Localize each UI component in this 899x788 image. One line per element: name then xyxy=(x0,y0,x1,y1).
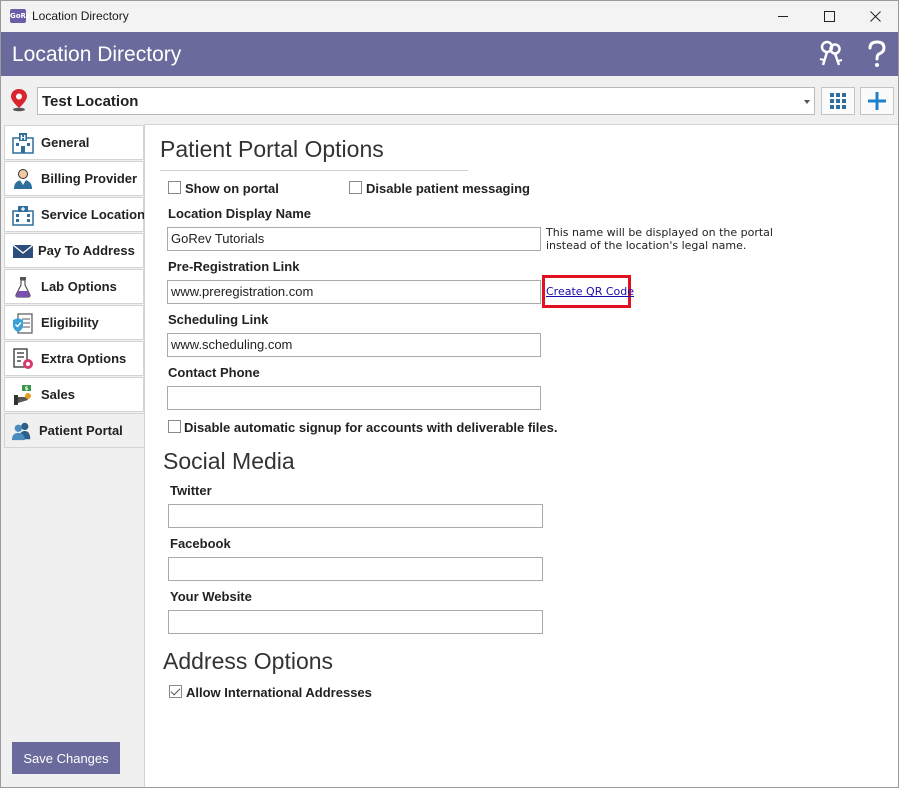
location-directory-window: GoRev Location Directory Location Direct… xyxy=(0,0,899,788)
svg-text:$: $ xyxy=(25,386,29,392)
sidebar-item-label: Extra Options xyxy=(41,351,127,366)
allow-international-label: Allow International Addresses xyxy=(186,685,372,700)
sidebar-item-label: Eligibility xyxy=(41,315,99,330)
sidebar-item-billing-provider[interactable]: Billing Provider xyxy=(4,161,144,196)
sidebar-item-label: Billing Provider xyxy=(41,171,138,186)
people-icon xyxy=(11,420,33,442)
create-qr-code-link[interactable]: Create QR Code xyxy=(546,285,634,298)
preregistration-label: Pre-Registration Link xyxy=(168,259,300,274)
help-button[interactable] xyxy=(863,40,891,68)
sidebar: H General Billing Provider Service Locat… xyxy=(1,124,146,787)
sidebar-item-label: Pay To Address xyxy=(38,243,135,258)
clipboard-shield-icon xyxy=(12,312,34,334)
page-title: Location Directory xyxy=(12,43,182,66)
website-input[interactable] xyxy=(168,610,543,634)
location-select-value: Test Location xyxy=(42,93,139,110)
contact-phone-input[interactable] xyxy=(167,386,541,410)
keys-icon xyxy=(819,40,843,66)
svg-text:H: H xyxy=(20,134,26,142)
location-bar: Test Location xyxy=(1,76,898,124)
grid-view-button[interactable] xyxy=(821,87,855,115)
section-divider xyxy=(160,170,468,171)
close-icon xyxy=(869,11,881,22)
sidebar-item-extra-options[interactable]: Extra Options xyxy=(4,341,144,376)
sidebar-item-pay-to-address[interactable]: Pay To Address xyxy=(4,233,144,268)
flask-icon xyxy=(12,276,34,298)
sidebar-item-label: Patient Portal xyxy=(39,423,123,438)
title-bar: GoRev Location Directory xyxy=(1,1,898,32)
grid-icon xyxy=(830,93,846,109)
envelope-icon xyxy=(12,240,34,262)
disable-messaging-label: Disable patient messaging xyxy=(366,181,530,196)
plus-icon xyxy=(868,92,886,110)
location-pin-icon xyxy=(11,89,27,112)
facebook-label: Facebook xyxy=(170,536,231,551)
sidebar-item-label: General xyxy=(41,135,90,150)
disable-signup-label: Disable automatic signup for accounts wi… xyxy=(184,420,558,435)
maximize-icon xyxy=(823,11,835,22)
display-name-label: Location Display Name xyxy=(168,206,312,221)
disable-signup-checkbox[interactable] xyxy=(168,420,181,433)
sidebar-item-label: Service Location xyxy=(41,207,146,222)
show-on-portal-label: Show on portal xyxy=(185,181,279,196)
app-logo-icon: GoRev xyxy=(10,9,35,23)
website-label: Your Website xyxy=(170,589,252,604)
display-name-input[interactable]: GoRev Tutorials xyxy=(167,227,541,251)
hospital-icon: H xyxy=(12,132,34,154)
contact-phone-label: Contact Phone xyxy=(168,365,260,380)
sidebar-item-patient-portal[interactable]: Patient Portal xyxy=(4,413,145,448)
sales-hand-icon: $ xyxy=(12,384,34,406)
facebook-input[interactable] xyxy=(168,557,543,581)
add-location-button[interactable] xyxy=(860,87,894,115)
document-gear-icon xyxy=(12,347,34,370)
sidebar-item-general[interactable]: H General xyxy=(4,125,144,160)
sidebar-item-eligibility[interactable]: Eligibility xyxy=(4,305,144,340)
maximize-button[interactable] xyxy=(806,1,852,32)
address-options-heading: Address Options xyxy=(163,648,334,674)
building-icon xyxy=(12,204,34,226)
sidebar-item-label: Sales xyxy=(41,387,75,402)
help-icon xyxy=(868,40,886,67)
show-on-portal-checkbox[interactable] xyxy=(168,181,181,194)
allow-international-checkbox[interactable] xyxy=(169,685,182,698)
scheduling-label: Scheduling Link xyxy=(168,312,269,327)
keys-button[interactable] xyxy=(817,40,845,68)
preregistration-input[interactable]: www.preregistration.com xyxy=(167,280,541,304)
scheduling-input[interactable]: www.scheduling.com xyxy=(167,333,541,357)
twitter-input[interactable] xyxy=(168,504,543,528)
save-changes-button[interactable]: Save Changes xyxy=(12,742,120,774)
social-media-heading: Social Media xyxy=(163,448,295,474)
disable-messaging-checkbox[interactable] xyxy=(349,181,362,194)
app-header: Location Directory xyxy=(1,32,898,76)
location-select[interactable]: Test Location xyxy=(37,87,815,115)
twitter-label: Twitter xyxy=(170,483,212,498)
close-button[interactable] xyxy=(852,1,898,32)
display-name-hint-line: This name will be displayed on the porta… xyxy=(546,226,773,239)
sidebar-item-lab-options[interactable]: Lab Options xyxy=(4,269,144,304)
chevron-down-icon xyxy=(804,100,810,104)
minimize-icon xyxy=(777,16,788,17)
sidebar-item-service-location[interactable]: Service Location xyxy=(4,197,146,232)
window-title: Location Directory xyxy=(32,9,129,23)
display-name-hint-line: instead of the location's legal name. xyxy=(546,239,747,252)
sidebar-item-label: Lab Options xyxy=(41,279,117,294)
patient-portal-options-heading: Patient Portal Options xyxy=(160,136,384,162)
minimize-button[interactable] xyxy=(760,1,806,32)
sidebar-item-sales[interactable]: $ Sales xyxy=(4,377,144,412)
patient-portal-panel: Patient Portal Options Show on portal Di… xyxy=(144,124,898,787)
doctor-icon xyxy=(12,168,34,190)
display-name-hint: This name will be displayed on the porta… xyxy=(546,226,773,252)
